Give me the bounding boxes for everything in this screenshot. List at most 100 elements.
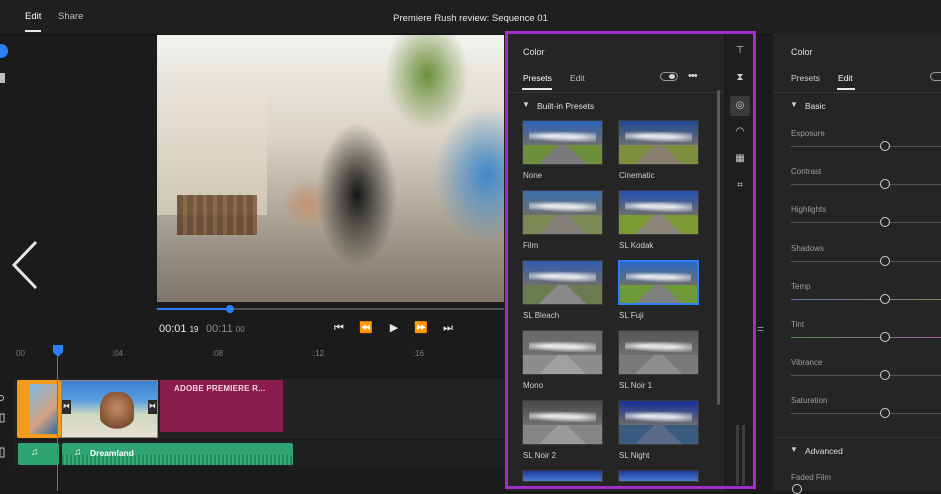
audio-clip-label: Dreamland [90,448,134,458]
preset-thumbnail[interactable] [522,260,603,305]
tab-presets[interactable]: Presets [523,73,552,83]
slider-label: Exposure [791,129,825,138]
preset-thumbnail[interactable] [522,330,603,375]
preset-cloud [625,130,692,142]
transitions-icon[interactable]: ⧗ [732,70,748,86]
title-clip-label: ADOBE PREMIERE R... [174,384,266,393]
chevron-down-icon[interactable]: ▼ [790,445,798,454]
panel-resize-handle[interactable]: = [757,322,764,336]
track-tools [0,395,5,458]
tab-edit-underline [25,30,41,32]
trash-icon [0,447,5,458]
color-icon[interactable]: ◎ [732,98,748,114]
tab-presets[interactable]: Presets [791,73,820,83]
chevron-down-icon[interactable]: ▼ [790,100,798,109]
tab-edit-color[interactable]: Edit [838,73,853,83]
slider-label: Temp [791,281,811,291]
section-advanced[interactable]: Advanced [805,446,843,456]
faded-film-label: Faded Film [791,473,832,482]
slider-handle[interactable] [880,332,890,342]
playhead-line [57,357,58,491]
preset-thumbnail[interactable] [618,330,699,375]
preset-thumbnail[interactable] [618,120,699,165]
slider-track[interactable] [791,184,941,186]
tab-edit-color[interactable]: Edit [570,73,585,83]
slider-handle[interactable] [880,141,890,151]
panel-divider [773,92,941,93]
color-enable-toggle[interactable] [930,72,941,81]
slider-handle[interactable] [880,255,890,266]
preset-thumbnail[interactable] [522,190,603,235]
panel-divider [506,92,724,93]
slider-track[interactable] [791,146,941,147]
crop-icon[interactable]: ⌗ [732,178,748,194]
skip-to-end-icon[interactable]: ⏭ [441,321,455,335]
chevron-down-icon[interactable]: ▼ [522,100,530,109]
lock-icon [0,413,5,423]
preset-label: Film [523,241,539,250]
step-back-icon[interactable]: ⏪ [359,321,373,335]
preset-thumbnail[interactable] [618,190,699,235]
section-basic[interactable]: Basic [805,101,826,111]
slider-track[interactable] [791,337,941,338]
toggle-knob [669,74,675,79]
slider-label: Vibrance [791,358,823,368]
ruler-tick: 00 [16,349,25,358]
preset-cloud [529,410,596,422]
preset-cloud [529,340,596,352]
video-bench [177,195,257,235]
skip-to-start-icon[interactable]: ⏮ [332,321,346,335]
preset-cloud [625,340,692,352]
edit-panel-title: Color [791,47,813,57]
preset-label: Cinematic [619,171,655,180]
preset-label: SL Fuji [619,311,644,320]
slider-track[interactable] [791,260,941,262]
more-options-icon[interactable]: ••• [688,70,698,82]
slider-label: Tint [791,320,805,329]
scrubber-handle[interactable] [225,305,234,313]
preset-thumbnail[interactable] [618,400,699,445]
faded-film-slider-handle[interactable] [792,484,802,494]
audio-icon[interactable]: ▦ [732,151,748,167]
preset-thumbnail[interactable] [522,120,603,165]
audio-clip-1[interactable] [18,443,59,465]
ruler-tick: :16 [413,349,425,358]
current-time-main: 00:01 [159,323,187,335]
preset-thumbnail[interactable] [618,260,699,305]
transition-handle-icon[interactable]: ⧓ [148,400,157,414]
preset-cloud [625,200,692,212]
ruler-tick: :12 [313,349,325,358]
slider-track[interactable] [791,222,941,224]
slider-label: Contrast [791,167,822,177]
total-time-main: 00:11 [206,323,233,335]
video-preview[interactable] [157,35,504,302]
preset-thumbnail[interactable] [522,470,603,482]
current-time: 00:01 19 [159,323,199,335]
slider-track[interactable] [791,298,941,300]
section-built-in-presets[interactable]: Built-in Presets [537,101,594,111]
slider-handle[interactable] [880,293,890,304]
presets-scrollbar[interactable] [717,90,720,405]
speed-icon[interactable]: ◠ [732,124,748,140]
preset-label: SL Kodak [619,241,654,250]
step-forward-icon[interactable]: ⏩ [414,321,428,335]
transition-handle-icon[interactable]: ⧓ [62,400,71,414]
app-title: Premiere Rush review: Sequence 01 [393,13,548,24]
slider-track[interactable] [791,375,941,377]
slider-label: Highlights [791,205,827,215]
preset-thumbnail[interactable] [618,470,699,482]
previous-arrow-icon[interactable] [10,240,40,290]
preset-cloud [529,270,596,282]
preset-cloud [625,410,692,422]
link-icon [0,395,4,401]
play-icon[interactable]: ▶ [387,321,401,335]
media-icon[interactable] [0,73,5,83]
preset-label: SL Bleach [523,311,560,320]
titles-icon[interactable]: ⊤ [732,43,748,59]
tab-edit-underline [837,88,855,90]
preset-thumbnail[interactable] [522,400,603,445]
slider-track[interactable] [791,413,941,415]
preset-label: SL Noir 1 [619,381,653,390]
tab-presets-underline [522,88,552,90]
timeline-ruler[interactable] [14,340,504,364]
